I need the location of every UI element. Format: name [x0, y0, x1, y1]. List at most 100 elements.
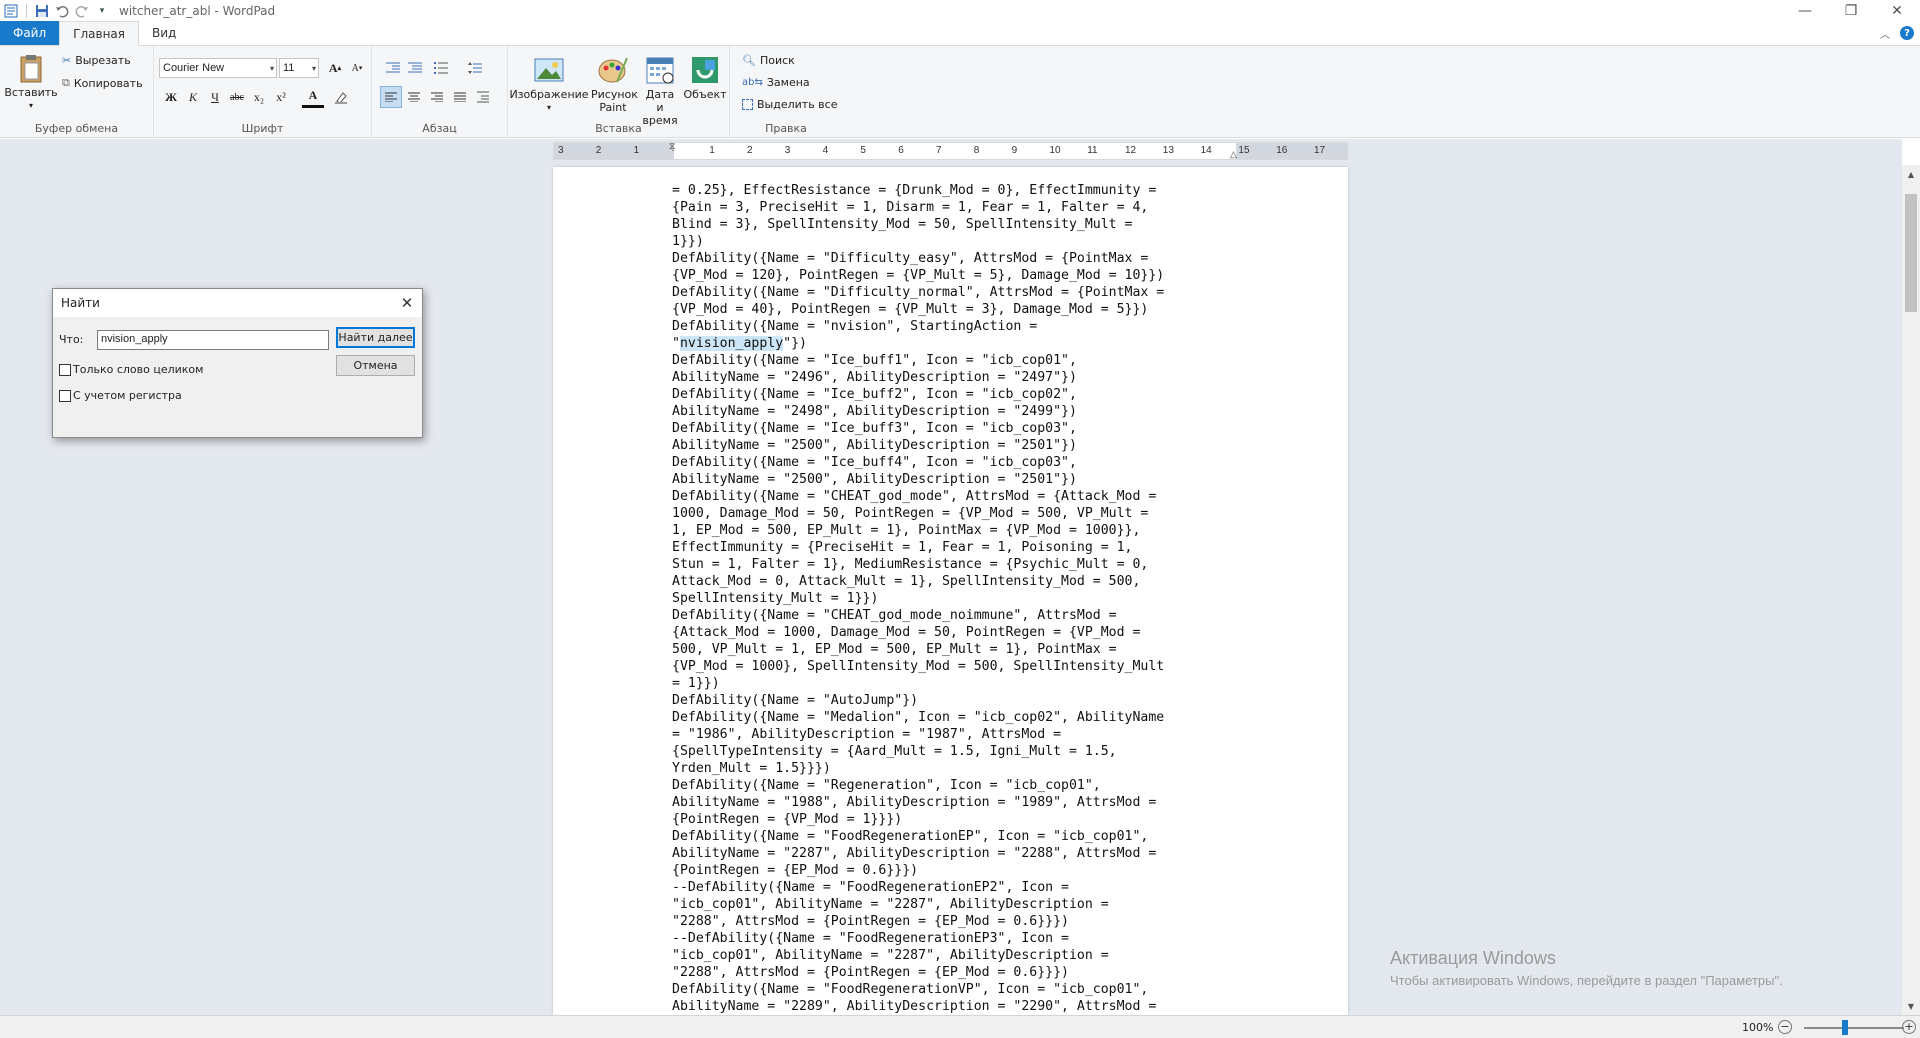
- find-what-input[interactable]: nvision_apply: [97, 330, 329, 350]
- tab-view[interactable]: Вид: [139, 21, 189, 45]
- document-line: {PointRegen = {EP_Mod = 0.6}}}): [672, 863, 919, 878]
- document-line: DefAbility({Name = "Difficulty_normal", …: [672, 285, 1165, 300]
- ruler-tick-label: 2: [747, 145, 753, 156]
- italic-button[interactable]: К: [182, 86, 204, 108]
- subscript-button[interactable]: x₂: [248, 86, 270, 108]
- tab-file[interactable]: Файл: [0, 21, 60, 45]
- ruler-tick-label: 3: [784, 145, 791, 156]
- document-line: = 1}}): [672, 676, 720, 691]
- redo-icon[interactable]: [73, 2, 91, 20]
- document-line: DefAbility({Name = "Regeneration", Icon …: [672, 778, 1101, 793]
- insert-paint-button[interactable]: Рисунок Paint: [590, 54, 638, 114]
- customize-toolbar-icon[interactable]: ▾: [93, 2, 111, 20]
- document-page[interactable]: = 0.25}, EffectResistance = {Drunk_Mod =…: [553, 167, 1348, 1015]
- replace-icon: ab⇆: [742, 77, 763, 88]
- editing-group: 🔍︎ Поиск ab⇆ Замена Выделить все Правка: [730, 46, 842, 138]
- zoom-slider-thumb[interactable]: [1842, 1020, 1848, 1035]
- document-line: 1, EP_Mod = 500, EP_Mult = 1}, PointMax …: [672, 523, 1141, 538]
- collapse-ribbon-icon[interactable]: ︿: [1880, 26, 1890, 41]
- whole-word-checkbox[interactable]: Только слово целиком: [59, 363, 203, 376]
- superscript-button[interactable]: x²: [270, 86, 292, 108]
- tab-home[interactable]: Главная: [59, 21, 139, 46]
- justify-icon[interactable]: [449, 86, 471, 108]
- copy-icon: ⧉: [62, 76, 70, 89]
- document-line: DefAbility({Name = "FoodRegenerationEP",…: [672, 829, 1149, 844]
- scroll-thumb[interactable]: [1905, 194, 1917, 312]
- shrink-font-button[interactable]: A ▾: [346, 57, 368, 79]
- document-line: AbilityName = "2496", AbilityDescription…: [672, 370, 1077, 385]
- match-case-checkbox-box[interactable]: [59, 389, 71, 402]
- font-family-select[interactable]: Courier New ▾: [159, 58, 277, 78]
- minimize-button[interactable]: —: [1782, 0, 1828, 22]
- text-color-button[interactable]: A: [302, 86, 324, 108]
- undo-icon[interactable]: [53, 2, 71, 20]
- decrease-indent-icon[interactable]: [382, 57, 404, 79]
- left-indent-marker[interactable]: ⧖: [669, 141, 675, 152]
- zoom-in-icon[interactable]: +: [1902, 1020, 1916, 1034]
- search-match-highlight: nvision_apply: [679, 336, 784, 351]
- ruler[interactable]: 3 2 1 · 1 2 3 4 5 6 7 8 9 10 11 12 13 14 15 16 17 ⧖ △: [553, 141, 1348, 160]
- bullet-list-icon[interactable]: [430, 57, 452, 79]
- select-all-button[interactable]: Выделить все: [742, 98, 837, 111]
- save-icon[interactable]: [33, 2, 51, 20]
- increase-indent-icon[interactable]: [404, 57, 426, 79]
- right-indent-marker[interactable]: △: [1230, 149, 1237, 160]
- zoom-out-icon[interactable]: −: [1778, 1020, 1792, 1034]
- align-right-icon[interactable]: [426, 86, 448, 108]
- vertical-scrollbar[interactable]: ▲ ▼: [1902, 165, 1920, 1015]
- clipboard-group-label: Буфер обмена: [34, 122, 119, 135]
- strikethrough-button[interactable]: abc: [226, 86, 248, 108]
- scroll-down-arrow-icon[interactable]: ▼: [1902, 997, 1920, 1015]
- document-line: {VP_Mod = 1000}, SpellIntensity_Mod = 50…: [672, 659, 1165, 674]
- bold-button[interactable]: Ж: [160, 86, 182, 108]
- dialog-close-icon[interactable]: ✕: [397, 293, 417, 313]
- paste-button[interactable]: Вставить ▾: [4, 52, 58, 112]
- insert-object-button[interactable]: Объект: [683, 54, 727, 101]
- document-line: Stun = 1, Falter = 1}, MediumResistance …: [672, 557, 1149, 572]
- document-line: DefAbility({Name = "Ice_buff3", Icon = "…: [672, 421, 1077, 436]
- insert-image-button[interactable]: Изображение ▾: [509, 54, 589, 114]
- ruler-tick-label: 7: [936, 145, 942, 156]
- close-window-button[interactable]: ✕: [1874, 0, 1920, 22]
- replace-button[interactable]: ab⇆ Замена: [742, 76, 810, 89]
- paragraph-settings-icon[interactable]: [472, 86, 494, 108]
- select-all-icon: [742, 99, 753, 110]
- calendar-icon: [646, 57, 674, 84]
- scroll-up-arrow-icon[interactable]: ▲: [1902, 165, 1920, 183]
- ruler-tick-label: 12: [1125, 145, 1137, 156]
- wordpad-app-icon[interactable]: [2, 2, 20, 20]
- document-line: {Attack_Mod = 1000, Damage_Mod = 50, Poi…: [672, 625, 1141, 640]
- help-icon[interactable]: ?: [1900, 26, 1914, 40]
- document-line: {SpellTypeIntensity = {Aard_Mult = 1.5, …: [672, 744, 1117, 759]
- image-icon: [534, 58, 564, 82]
- document-line: AbilityName = "1988", AbilityDescription…: [672, 795, 1157, 810]
- align-center-icon[interactable]: [403, 86, 425, 108]
- maximize-button[interactable]: ❐: [1828, 0, 1874, 22]
- ruler-tick-label: 2: [595, 145, 602, 156]
- zoom-slider[interactable]: [1804, 1027, 1904, 1029]
- document-line: SpellIntensity_Mult = 1}}): [672, 591, 879, 606]
- match-case-checkbox[interactable]: С учетом регистра: [59, 389, 182, 402]
- find-dialog-title: Найти: [53, 289, 422, 317]
- whole-word-checkbox-box[interactable]: [59, 363, 71, 376]
- ribbon-tabs: Файл Главная Вид ︿ ?: [0, 21, 1920, 46]
- document-line: DefAbility({Name = "CHEAT_god_mode_noimm…: [672, 608, 1117, 623]
- copy-button[interactable]: ⧉ Копировать: [62, 76, 143, 90]
- document-line: "2288", AttrsMod = {PointRegen = {EP_Mod…: [672, 965, 1069, 980]
- highlight-color-icon[interactable]: [330, 86, 352, 108]
- document-line: DefAbility({Name = "Difficulty_easy", At…: [672, 251, 1149, 266]
- document-line: AbilityName = "2500", AbilityDescription…: [672, 438, 1077, 453]
- insert-datetime-button[interactable]: Дата и время: [640, 54, 680, 127]
- find-button[interactable]: 🔍︎ Поиск: [742, 54, 795, 67]
- font-size-select[interactable]: 11 ▾: [279, 58, 319, 78]
- document-text[interactable]: = 0.25}, EffectResistance = {Drunk_Mod =…: [672, 182, 1232, 1015]
- cut-button[interactable]: ✂ Вырезать: [62, 54, 131, 67]
- line-spacing-icon[interactable]: [464, 57, 486, 79]
- cancel-button[interactable]: Отмена: [336, 355, 415, 376]
- ruler-tick-label: 11: [1087, 145, 1098, 156]
- ribbon: Вставить ▾ ✂ Вырезать ⧉ Копировать Буфер…: [0, 46, 1920, 138]
- align-left-icon[interactable]: [380, 86, 402, 108]
- underline-button[interactable]: Ч: [204, 86, 226, 108]
- find-next-button[interactable]: Найти далее: [336, 327, 415, 348]
- grow-font-button[interactable]: A ▴: [324, 57, 346, 79]
